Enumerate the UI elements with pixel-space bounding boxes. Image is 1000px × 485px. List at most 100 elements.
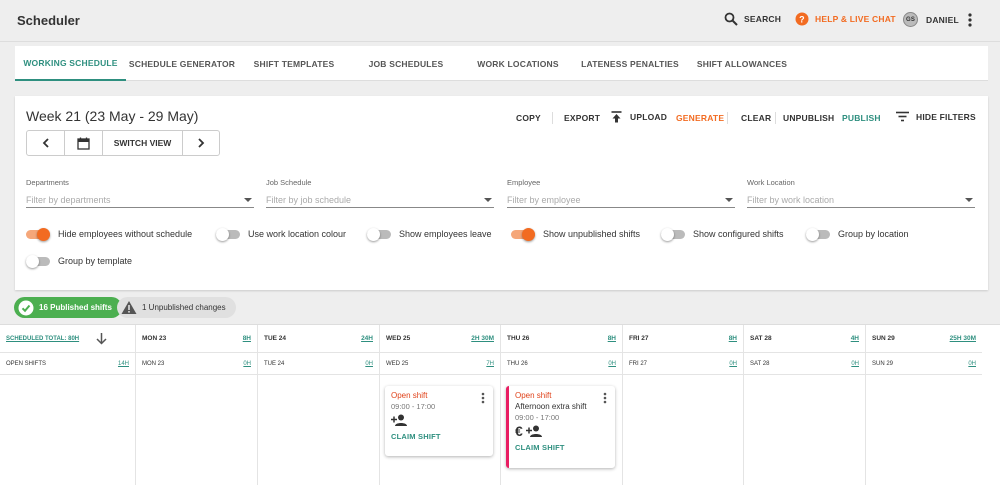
- claim-shift-button[interactable]: CLAIM SHIFT: [391, 432, 487, 441]
- employee-filter-label: Employee: [507, 178, 541, 187]
- filter-icon: [896, 111, 909, 122]
- toggle-label: Show unpublished shifts: [543, 229, 641, 239]
- clear-button[interactable]: CLEAR: [741, 113, 771, 123]
- column-header: SCHEDULED TOTAL: 80H: [0, 325, 135, 353]
- user-menu[interactable]: GS DANIEL: [903, 12, 959, 27]
- check-circle-icon: [16, 298, 35, 317]
- toggle-show-configured-shifts[interactable]: Show configured shifts: [661, 228, 784, 241]
- day-label: SUN 29: [872, 335, 895, 342]
- column-header: TUE 24 24H: [258, 325, 379, 353]
- day-label: THU 26: [507, 335, 530, 342]
- column-header: SAT 28 4H: [744, 325, 865, 353]
- day-hours-link[interactable]: 8H: [608, 335, 616, 342]
- open-hours-link[interactable]: 0H: [243, 361, 251, 367]
- copy-button[interactable]: COPY: [516, 113, 541, 123]
- shift-icons: [391, 414, 487, 426]
- open-hours-link[interactable]: 0H: [729, 361, 737, 367]
- upload-button[interactable]: UPLOAD: [611, 111, 667, 123]
- more-vert-icon[interactable]: [967, 12, 973, 28]
- open-hours-link[interactable]: 7H: [486, 361, 494, 367]
- tab-lateness-penalties[interactable]: LATENESS PENALTIES: [574, 46, 686, 81]
- employee-filter[interactable]: Employee Filter by employee: [507, 178, 735, 208]
- more-vert-icon[interactable]: [481, 392, 485, 404]
- column-header: FRI 27 8H: [623, 325, 743, 353]
- toggle-switch[interactable]: [806, 228, 830, 241]
- shift-card[interactable]: Open shift 09:00 - 17:00 CLAIM SHIFT: [385, 386, 493, 456]
- departments-filter[interactable]: Departments Filter by departments: [26, 178, 254, 208]
- toggle-switch[interactable]: [26, 228, 50, 241]
- job-schedule-filter[interactable]: Job Schedule Filter by job schedule: [266, 178, 494, 208]
- publish-button[interactable]: PUBLISH: [842, 113, 881, 123]
- toggle-show-unpublished-shifts[interactable]: Show unpublished shifts: [511, 228, 641, 241]
- person-add-icon: [525, 425, 542, 437]
- tab-shift-templates[interactable]: SHIFT TEMPLATES: [238, 46, 350, 81]
- published-shifts-badge[interactable]: 16 Published shifts: [14, 297, 122, 318]
- departments-filter-field[interactable]: Filter by departments: [26, 192, 254, 208]
- generate-button[interactable]: GENERATE: [676, 113, 724, 123]
- column-header: MON 23 8H: [136, 325, 257, 353]
- day-hours-link[interactable]: 8H: [243, 335, 251, 342]
- tab-job-schedules[interactable]: JOB SCHEDULES: [350, 46, 462, 81]
- switch-view-button[interactable]: SWITCH VIEW: [103, 131, 183, 155]
- toggle-hide-employees-without-schedule[interactable]: Hide employees without schedule: [26, 228, 192, 241]
- unpublish-button[interactable]: UNPUBLISH: [783, 113, 834, 123]
- day-hours-link[interactable]: 2H 30M: [471, 335, 494, 342]
- open-shifts-cell-header: SAT 28 0H: [744, 353, 865, 375]
- day-column: SUN 29 25H 30M SUN 29 0H: [866, 325, 982, 485]
- schedule-panel: Week 21 (23 May - 29 May) SWITCH VIEW CO…: [15, 96, 988, 290]
- toggle-switch[interactable]: [26, 255, 50, 268]
- work-location-filter-label: Work Location: [747, 178, 795, 187]
- scheduled-total-link[interactable]: SCHEDULED TOTAL: 80H: [6, 336, 79, 342]
- open-hours-link[interactable]: 0H: [365, 361, 373, 367]
- toggle-group-by-template[interactable]: Group by template: [26, 255, 132, 268]
- job-schedule-filter-field[interactable]: Filter by job schedule: [266, 192, 494, 208]
- day-hours-link[interactable]: 25H 30M: [950, 335, 976, 342]
- open-shifts-hours-link[interactable]: 14H: [118, 361, 129, 367]
- published-shifts-label: 16 Published shifts: [39, 303, 112, 312]
- toggle-group-by-location[interactable]: Group by location: [806, 228, 909, 241]
- day-column: SAT 28 4H SAT 28 0H: [744, 325, 866, 485]
- previous-week-button[interactable]: [27, 131, 65, 155]
- open-hours-link[interactable]: 0H: [608, 361, 616, 367]
- next-week-button[interactable]: [183, 131, 219, 155]
- tab-schedule-generator[interactable]: SCHEDULE GENERATOR: [126, 46, 238, 81]
- arrow-down-icon[interactable]: [96, 332, 107, 345]
- employee-filter-field[interactable]: Filter by employee: [507, 192, 735, 208]
- work-location-filter-field[interactable]: Filter by work location: [747, 192, 975, 208]
- claim-shift-button[interactable]: CLAIM SHIFT: [515, 443, 609, 452]
- toggle-switch[interactable]: [367, 228, 391, 241]
- open-shifts-cell-header: TUE 24 0H: [258, 353, 379, 375]
- toggle-show-employees-leave[interactable]: Show employees leave: [367, 228, 492, 241]
- open-hours-link[interactable]: 0H: [851, 361, 859, 367]
- open-shifts-cell-header: WED 25 7H: [380, 353, 500, 375]
- toggle-switch[interactable]: [216, 228, 240, 241]
- toggle-switch[interactable]: [511, 228, 535, 241]
- toggle-switch[interactable]: [661, 228, 685, 241]
- dropdown-arrow-icon: [484, 197, 492, 202]
- tab-bar: WORKING SCHEDULE SCHEDULE GENERATOR SHIF…: [15, 46, 988, 81]
- job-schedule-filter-label: Job Schedule: [266, 178, 312, 187]
- export-button[interactable]: EXPORT: [564, 113, 600, 123]
- day-label: TUE 24: [264, 335, 287, 342]
- day-label: TUE 24: [264, 360, 285, 367]
- toggle-use-work-location-colour[interactable]: Use work location colour: [216, 228, 346, 241]
- tab-working-schedule[interactable]: WORKING SCHEDULE: [15, 46, 126, 81]
- upload-icon: [611, 111, 622, 123]
- tab-work-locations[interactable]: WORK LOCATIONS: [462, 46, 574, 81]
- day-hours-link[interactable]: 8H: [729, 335, 737, 342]
- help-live-chat-button[interactable]: ? HELP & LIVE CHAT: [795, 12, 896, 26]
- open-hours-link[interactable]: 0H: [968, 361, 976, 367]
- employee-filter-placeholder: Filter by employee: [507, 194, 581, 205]
- hide-filters-button[interactable]: HIDE FILTERS: [896, 111, 976, 122]
- work-location-filter[interactable]: Work Location Filter by work location: [747, 178, 975, 208]
- more-vert-icon[interactable]: [603, 392, 607, 404]
- shift-card[interactable]: Open shift Afternoon extra shift 09:00 -…: [506, 386, 615, 468]
- day-hours-link[interactable]: 4H: [851, 335, 859, 342]
- day-column: FRI 27 8H FRI 27 0H: [623, 325, 744, 485]
- unpublished-changes-badge[interactable]: 1 Unpublished changes: [117, 297, 236, 318]
- day-hours-link[interactable]: 24H: [361, 335, 373, 342]
- calendar-button[interactable]: [65, 131, 103, 155]
- tab-shift-allowances[interactable]: SHIFT ALLOWANCES: [686, 46, 798, 81]
- search-button[interactable]: SEARCH: [724, 12, 781, 26]
- dropdown-arrow-icon: [244, 197, 252, 202]
